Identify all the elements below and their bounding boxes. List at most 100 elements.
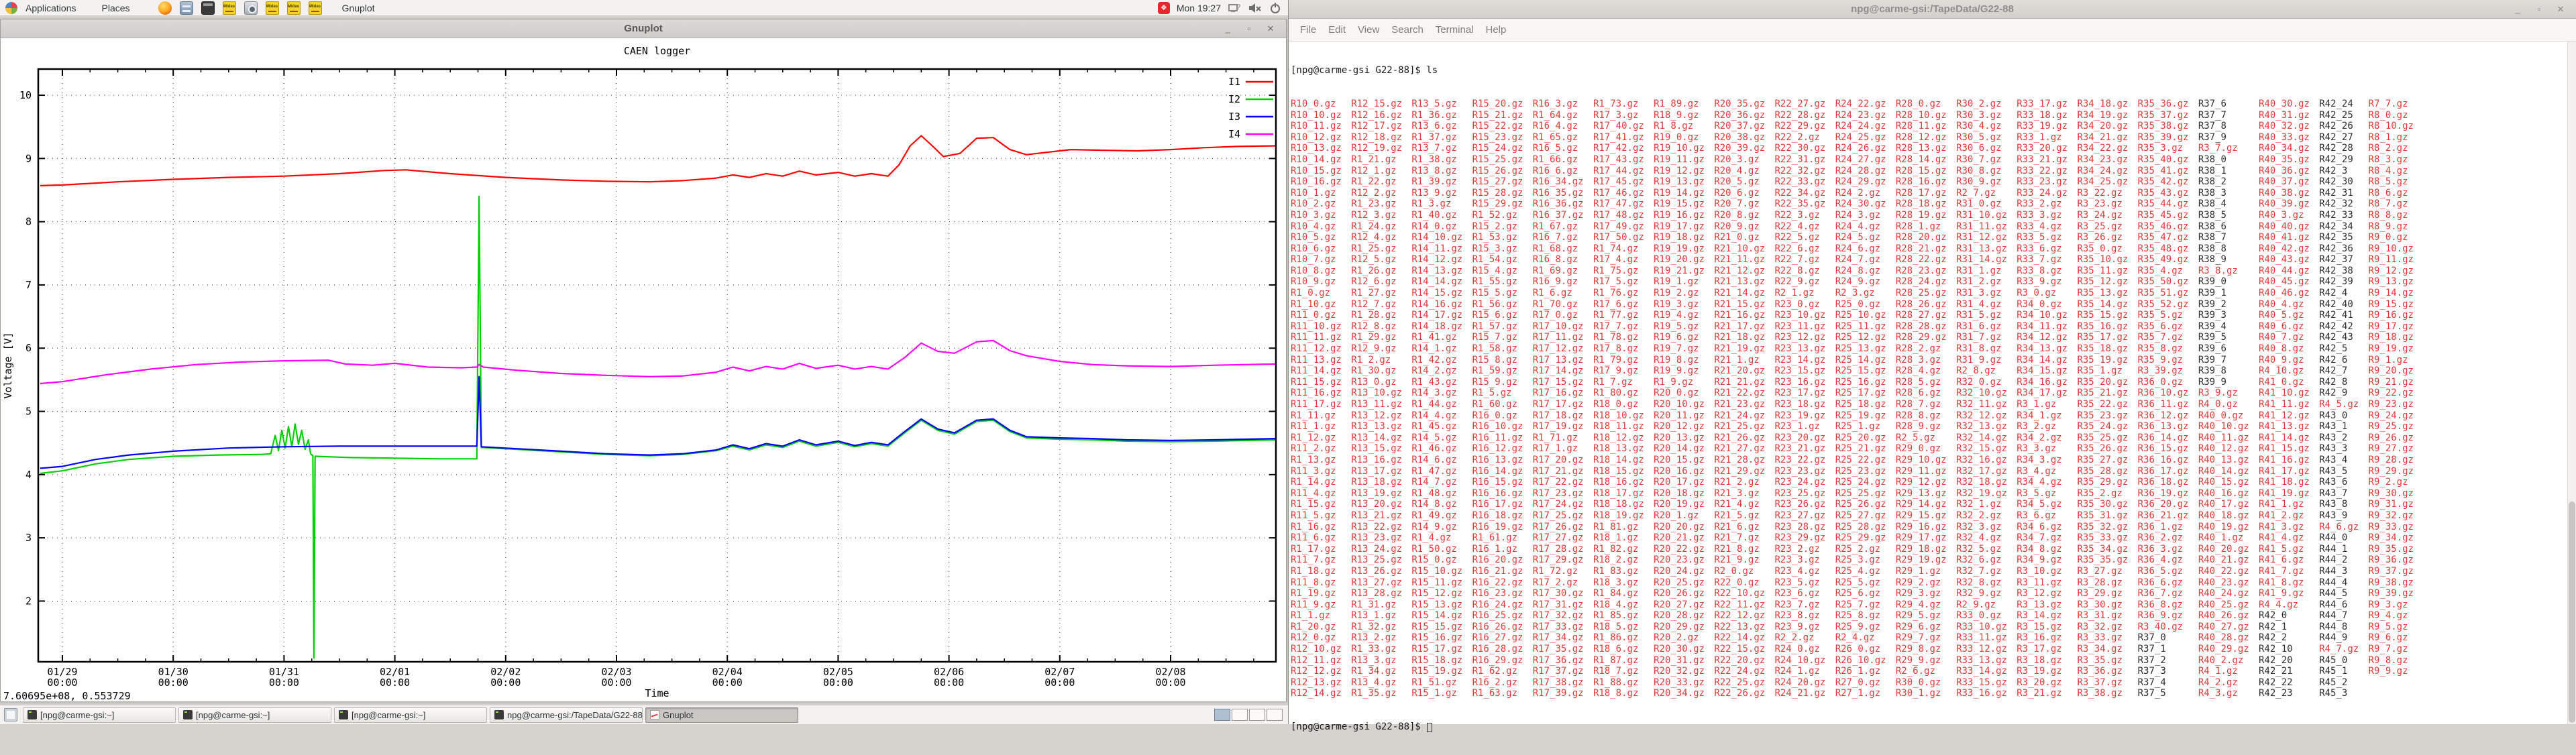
- listing-column: R10_0.gzR10_10.gzR10_11.gzR10_12.gzR10_1…: [1291, 99, 1351, 699]
- clock[interactable]: Mon 19:27: [1177, 3, 1221, 13]
- scrollbar-thumb[interactable]: [2569, 502, 2575, 723]
- task-button[interactable]: npg@carme-gsi:/TapeData/G22-88: [490, 707, 643, 723]
- file-name: R41_0.gz: [2259, 377, 2319, 388]
- file-name: R29_1.gz: [1896, 566, 1956, 577]
- gnome-menu-icon[interactable]: [5, 2, 17, 14]
- file-name: R34_12.gz: [2017, 332, 2077, 343]
- file-name: R13_13.gz: [1351, 421, 1411, 432]
- file-name: R24_21.gz: [1775, 688, 1835, 699]
- menu-edit[interactable]: Edit: [1322, 24, 1352, 36]
- file-name: R1_51.gz: [1411, 677, 1472, 689]
- maximize-button[interactable]: ▫: [2532, 3, 2546, 16]
- menu-terminal[interactable]: Terminal: [1430, 24, 1480, 36]
- file-name: R17_50.gz: [1593, 232, 1654, 243]
- maximize-button[interactable]: ▫: [1242, 22, 1256, 36]
- file-name: R33_12.gz: [1956, 644, 2017, 655]
- midas-icon[interactable]: [223, 1, 236, 15]
- svg-text:00:00: 00:00: [269, 677, 299, 689]
- workspace-cell[interactable]: [1232, 709, 1248, 721]
- close-button[interactable]: ✕: [1263, 22, 1278, 36]
- minimize-button[interactable]: _: [1220, 22, 1235, 36]
- file-name: R15_17.gz: [1411, 644, 1472, 655]
- file-name: R2_1.gz: [1775, 288, 1835, 299]
- file-name: R1_38.gz: [1411, 154, 1472, 166]
- file-name: R2_3.gz: [1835, 288, 1896, 299]
- file-name: R3_12.gz: [2017, 588, 2077, 599]
- file-name: R13_21.gz: [1351, 510, 1411, 522]
- task-button[interactable]: [npg@carme-gsi:~]: [23, 707, 176, 723]
- file-name: R11_16.gz: [1291, 388, 1351, 399]
- file-name: R35_3.gz: [2138, 143, 2198, 154]
- screenshot-icon[interactable]: [244, 1, 258, 15]
- minimize-button[interactable]: _: [2510, 3, 2525, 16]
- file-name: R22_29.gz: [1775, 121, 1835, 132]
- file-name: R24_3.gz: [1835, 210, 1896, 221]
- file-name: R31_5.gz: [1956, 310, 2017, 321]
- file-name: R32_13.gz: [1956, 421, 2017, 432]
- gnuplot-plot-area[interactable]: 01/2900:0001/3000:0001/3100:0002/0100:00…: [1, 38, 1286, 701]
- file-name: R4_4.gz: [2259, 599, 2319, 611]
- file-name: R4_0.gz: [2198, 399, 2259, 410]
- file-name: R3_18.gz: [2017, 655, 2077, 666]
- task-button[interactable]: Gnuplot: [645, 707, 798, 723]
- midas-icon[interactable]: [309, 1, 322, 15]
- terminal-scrollbar[interactable]: [2567, 42, 2576, 724]
- file-name: R40_18.gz: [2198, 510, 2259, 522]
- file-name: R1_26.gz: [1351, 266, 1411, 277]
- file-name: R11_4.gz: [1291, 488, 1351, 500]
- file-name: R43_4: [2319, 455, 2368, 466]
- file-name: R20_11.gz: [1654, 410, 1714, 422]
- volume-muted-icon[interactable]: [1248, 2, 1263, 14]
- workspace-cell[interactable]: [1249, 709, 1265, 721]
- file-name: R21_10.gz: [1714, 243, 1774, 255]
- file-name: R41_10.gz: [2259, 388, 2319, 399]
- applications-menu[interactable]: Applications: [19, 0, 83, 16]
- file-name: R15_28.gz: [1472, 188, 1533, 199]
- terminal-titlebar[interactable]: npg@carme-gsi:/TapeData/G22-88 _ ▫ ✕: [1289, 0, 2576, 19]
- file-name: R10_16.gz: [1291, 176, 1351, 188]
- gnuplot-titlebar[interactable]: Gnuplot _ ▫ ✕: [1, 19, 1286, 38]
- workspace-cell[interactable]: [1267, 709, 1283, 721]
- file-name: R42_0: [2259, 610, 2319, 622]
- file-manager-icon[interactable]: [180, 1, 193, 15]
- firefox-icon[interactable]: [158, 1, 172, 15]
- file-name: R24_22.gz: [1835, 99, 1896, 110]
- power-icon[interactable]: [1269, 2, 1281, 14]
- terminal-content[interactable]: [npg@carme-gsi G22-88]$ ls R10_0.gzR10_1…: [1291, 43, 2567, 724]
- menu-help[interactable]: Help: [1480, 24, 1513, 36]
- panel-window-label[interactable]: Gnuplot: [342, 3, 375, 13]
- midas-icon[interactable]: [287, 1, 301, 15]
- terminal-icon[interactable]: [201, 1, 215, 15]
- close-button[interactable]: ✕: [2553, 3, 2568, 16]
- file-name: R18_14.gz: [1593, 455, 1654, 466]
- notification-badge-icon[interactable]: ❖: [1158, 2, 1170, 14]
- task-button[interactable]: [npg@carme-gsi:~]: [178, 707, 331, 723]
- file-name: R42_42: [2319, 321, 2368, 333]
- show-desktop-icon[interactable]: [4, 708, 17, 721]
- file-name: R25_20.gz: [1835, 432, 1896, 444]
- workspace-cell[interactable]: [1214, 709, 1230, 721]
- file-name: R17_42.gz: [1593, 143, 1654, 154]
- file-name: R20_17.gz: [1654, 477, 1714, 488]
- file-name: R37_6: [2198, 99, 2259, 110]
- menu-file[interactable]: File: [1294, 24, 1322, 36]
- file-name: R32_6.gz: [1956, 555, 2017, 566]
- file-name: R9_30.gz: [2369, 488, 2424, 500]
- file-name: R8_1.gz: [2369, 132, 2424, 143]
- places-menu[interactable]: Places: [95, 0, 137, 16]
- menu-view[interactable]: View: [1352, 24, 1385, 36]
- file-name: R35_17.gz: [2077, 332, 2137, 343]
- file-name: R32_10.gz: [1956, 388, 2017, 399]
- file-name: R33_3.gz: [2017, 210, 2077, 221]
- file-name: R21_24.gz: [1714, 410, 1774, 422]
- task-button[interactable]: [npg@carme-gsi:~]: [334, 707, 487, 723]
- midas-icon[interactable]: [266, 1, 279, 15]
- file-name: R16_34.gz: [1533, 176, 1593, 188]
- menu-search[interactable]: Search: [1385, 24, 1430, 36]
- file-name: R23_21.gz: [1775, 443, 1835, 455]
- file-name: R33_0.gz: [1956, 610, 2017, 622]
- file-name: R16_1.gz: [1472, 544, 1533, 555]
- file-name: R29_7.gz: [1896, 632, 1956, 644]
- file-name: R18_19.gz: [1593, 510, 1654, 522]
- network-status-icon[interactable]: ?: [1228, 2, 1241, 14]
